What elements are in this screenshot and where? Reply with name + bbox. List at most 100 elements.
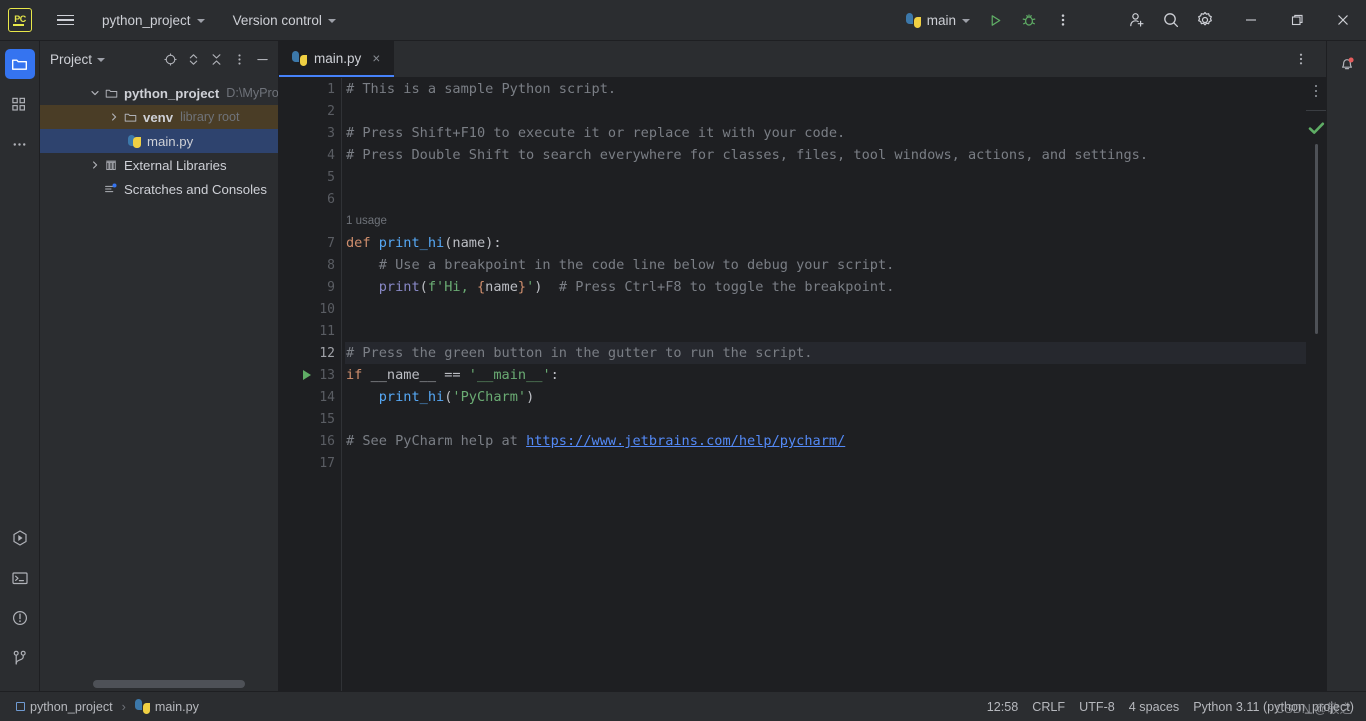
- editor-options-button[interactable]: [1284, 42, 1318, 76]
- sidebar-item-problems[interactable]: [5, 603, 35, 633]
- code-line[interactable]: [345, 408, 1306, 430]
- sidebar-item-project[interactable]: [4, 49, 35, 79]
- more-actions-button[interactable]: [1046, 3, 1080, 37]
- minimize-button[interactable]: [1228, 0, 1274, 41]
- main-menu-icon[interactable]: [48, 3, 82, 37]
- search-button[interactable]: [1154, 3, 1188, 37]
- code-line[interactable]: [345, 166, 1306, 188]
- horizontal-scrollbar[interactable]: [93, 680, 245, 688]
- collapse-all-button[interactable]: [205, 48, 228, 71]
- tab-close-icon[interactable]: ×: [368, 50, 384, 66]
- code-token: __name__: [370, 367, 445, 383]
- notifications-button[interactable]: [1332, 49, 1362, 79]
- inspection-options-button[interactable]: [1311, 82, 1321, 109]
- project-panel-title[interactable]: Project: [50, 52, 106, 67]
- gutter-line[interactable]: 12: [279, 342, 341, 364]
- expand-collapse-button[interactable]: [182, 48, 205, 71]
- sidebar-item-more-tool-windows[interactable]: [5, 129, 35, 159]
- tree-item-main-py[interactable]: main.py: [40, 129, 278, 153]
- select-opened-file-button[interactable]: [159, 48, 182, 71]
- settings-button[interactable]: [1188, 3, 1222, 37]
- gutter-line[interactable]: 6: [279, 188, 341, 210]
- caret-position[interactable]: 12:58: [981, 696, 1025, 718]
- gutter-line[interactable]: 13: [279, 364, 341, 386]
- chevron-right-icon[interactable]: [87, 160, 103, 170]
- debug-button[interactable]: [1012, 3, 1046, 37]
- gutter-line[interactable]: 16: [279, 430, 341, 452]
- gutter-line[interactable]: 9: [279, 276, 341, 298]
- breadcrumb-file[interactable]: main.py: [129, 696, 205, 718]
- tree-item-venv[interactable]: venv library root: [40, 105, 278, 129]
- code-line[interactable]: [345, 188, 1306, 210]
- tree-item-python-project[interactable]: python_project D:\MyProject\: [40, 81, 278, 105]
- python-file-icon: [134, 699, 150, 714]
- project-selector-label: python_project: [102, 12, 191, 28]
- code-line[interactable]: # See PyCharm help at https://www.jetbra…: [345, 430, 1306, 452]
- run-icon: [991, 14, 1000, 26]
- chevron-right-icon[interactable]: [106, 112, 122, 122]
- tree-item-scratches-and-consoles[interactable]: Scratches and Consoles: [40, 177, 278, 201]
- gutter-line[interactable]: 17: [279, 452, 341, 474]
- code-line[interactable]: print_hi('PyCharm'): [345, 386, 1306, 408]
- sidebar-item-structure[interactable]: [5, 89, 35, 119]
- code-link[interactable]: https://www.jetbrains.com/help/pycharm/: [526, 433, 845, 449]
- code-line[interactable]: [345, 452, 1306, 474]
- sidebar-item-terminal[interactable]: [5, 563, 35, 593]
- hide-panel-button[interactable]: [251, 48, 274, 71]
- code-line[interactable]: if __name__ == '__main__':: [345, 364, 1306, 386]
- editor-gutter[interactable]: 1 2 3 4 5 6 7 8 9 10 11 12 13 14 15 16 17: [279, 78, 341, 691]
- code-content[interactable]: # This is a sample Python script. # Pres…: [341, 78, 1306, 691]
- gutter-line[interactable]: 10: [279, 298, 341, 320]
- gutter-run-icon[interactable]: [303, 370, 311, 380]
- maximize-button[interactable]: [1274, 0, 1320, 41]
- tree-item-external-libraries[interactable]: External Libraries: [40, 153, 278, 177]
- line-number: 17: [319, 455, 335, 471]
- run-configuration-selector[interactable]: main: [898, 7, 978, 33]
- gutter-line[interactable]: 4: [279, 144, 341, 166]
- maximize-icon: [1291, 14, 1303, 26]
- code-line[interactable]: # Press the green button in the gutter t…: [345, 342, 1306, 364]
- project-selector[interactable]: python_project: [94, 7, 213, 33]
- project-options-button[interactable]: [228, 48, 251, 71]
- inspection-status-indicator[interactable]: [1308, 121, 1325, 141]
- gutter-line[interactable]: 11: [279, 320, 341, 342]
- file-encoding[interactable]: UTF-8: [1073, 696, 1121, 718]
- sidebar-item-run[interactable]: [5, 523, 35, 553]
- indent-setting[interactable]: 4 spaces: [1123, 696, 1185, 718]
- gutter-line[interactable]: 7: [279, 232, 341, 254]
- line-separator[interactable]: CRLF: [1026, 696, 1071, 718]
- code-token: # Press Shift+F10 to execute it or repla…: [346, 125, 846, 141]
- python-interpreter[interactable]: Python 3.11 (python_project): [1187, 696, 1360, 718]
- code-line[interactable]: [345, 320, 1306, 342]
- gutter-line[interactable]: 2: [279, 100, 341, 122]
- run-tool-icon: [12, 530, 27, 546]
- code-line[interactable]: # Press Shift+F10 to execute it or repla…: [345, 122, 1306, 144]
- close-button[interactable]: [1320, 0, 1366, 41]
- run-button[interactable]: [978, 3, 1012, 37]
- code-line[interactable]: [345, 298, 1306, 320]
- version-control-widget[interactable]: Version control: [225, 7, 344, 33]
- code-line[interactable]: [345, 100, 1306, 122]
- chevron-down-icon[interactable]: [87, 88, 103, 98]
- titlebar-right-actions: main: [886, 0, 1366, 41]
- tab-main-py[interactable]: main.py ×: [279, 41, 395, 77]
- sidebar-item-version-control[interactable]: [5, 643, 35, 673]
- gutter-line[interactable]: 5: [279, 166, 341, 188]
- code-line[interactable]: # Press Double Shift to search everywher…: [345, 144, 1306, 166]
- more-vertical-icon: [1315, 85, 1317, 97]
- account-button[interactable]: [1120, 3, 1154, 37]
- vertical-scrollbar[interactable]: [1315, 144, 1318, 334]
- gutter-line[interactable]: 8: [279, 254, 341, 276]
- gutter-line[interactable]: 3: [279, 122, 341, 144]
- gutter-line[interactable]: 14: [279, 386, 341, 408]
- code-line[interactable]: def print_hi(name):: [345, 232, 1306, 254]
- code-line[interactable]: # This is a sample Python script.: [345, 78, 1306, 100]
- breadcrumb-project[interactable]: python_project: [10, 696, 119, 718]
- usage-hint[interactable]: 1 usage: [345, 210, 1306, 232]
- gutter-line[interactable]: 1: [279, 78, 341, 100]
- options-icon: [238, 53, 241, 65]
- gutter-line[interactable]: 15: [279, 408, 341, 430]
- code-line[interactable]: # Use a breakpoint in the code line belo…: [345, 254, 1306, 276]
- code-line[interactable]: print(f'Hi, {name}') # Press Ctrl+F8 to …: [345, 276, 1306, 298]
